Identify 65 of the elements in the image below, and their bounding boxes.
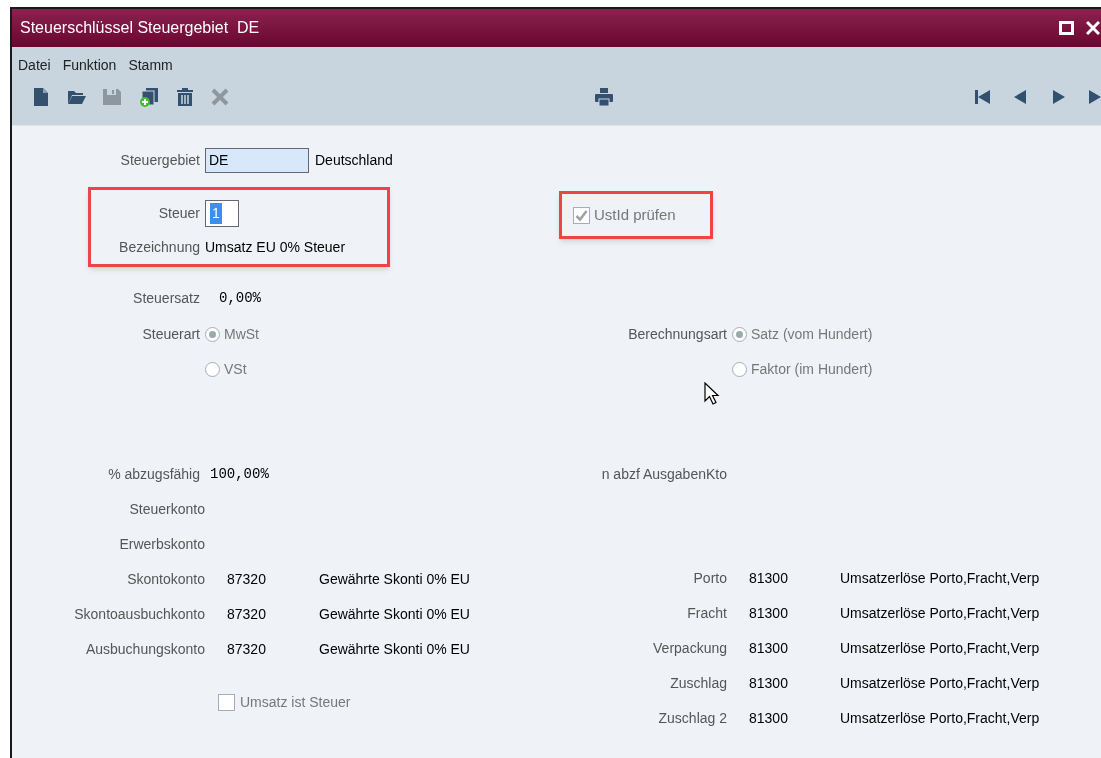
window-title: Steuerschlüssel Steuergebiet DE bbox=[20, 18, 260, 38]
radio-button[interactable] bbox=[732, 362, 747, 377]
close-icon[interactable] bbox=[1086, 21, 1100, 35]
account-description: Umsatzerlöse Porto,Fracht,Verp bbox=[840, 709, 1040, 728]
field-label: Fracht bbox=[686, 604, 728, 623]
field-value: Umsatz EU 0% Steuer bbox=[205, 237, 346, 257]
document-icon[interactable] bbox=[31, 87, 51, 107]
field-label: Verpackung bbox=[652, 639, 728, 658]
account-description: Umsatzerlöse Porto,Fracht,Verp bbox=[840, 569, 1040, 588]
field-label: % abzugsfähig bbox=[107, 465, 201, 484]
radio-label: VSt bbox=[224, 360, 247, 379]
trash-icon[interactable] bbox=[175, 87, 195, 107]
menu-item[interactable]: Stamm bbox=[128, 55, 173, 76]
account-number: 81300 bbox=[749, 569, 789, 588]
account-description: Gewährte Skonti 0% EU bbox=[319, 570, 470, 589]
radio-label: Faktor (im Hundert) bbox=[751, 360, 873, 379]
account-description: Umsatzerlöse Porto,Fracht,Verp bbox=[840, 639, 1040, 658]
skip-back-icon[interactable] bbox=[973, 87, 993, 107]
menu-item[interactable]: Datei bbox=[18, 55, 51, 76]
field-label: Steuersatz bbox=[132, 288, 201, 308]
field-label: Steuerart bbox=[141, 325, 201, 344]
field-value: 1 bbox=[210, 202, 222, 224]
account-number: 81300 bbox=[749, 709, 789, 728]
account-number: 81300 bbox=[749, 639, 789, 658]
field-label: Steuer bbox=[157, 203, 201, 223]
skip-forward-icon[interactable] bbox=[1086, 87, 1101, 107]
account-description: Gewährte Skonti 0% EU bbox=[319, 640, 470, 659]
copy-plus-icon[interactable] bbox=[139, 87, 159, 107]
field-value: 0,00% bbox=[219, 288, 261, 308]
radio-label: Satz (vom Hundert) bbox=[751, 325, 873, 344]
field-label: Erwerbskonto bbox=[118, 535, 206, 554]
account-number: 81300 bbox=[749, 604, 789, 623]
mouse-cursor-icon bbox=[704, 382, 720, 406]
account-number: 87320 bbox=[227, 570, 267, 589]
radio-button[interactable] bbox=[205, 327, 220, 342]
account-description: Gewährte Skonti 0% EU bbox=[319, 605, 470, 624]
radio-button[interactable] bbox=[205, 362, 220, 377]
field-label: Ausbuchungskonto bbox=[84, 640, 206, 659]
account-number: 81300 bbox=[749, 674, 789, 693]
field-label: n abzf AusgabenKto bbox=[600, 465, 728, 484]
checkbox-label: Umsatz ist Steuer bbox=[240, 693, 351, 712]
account-number: 87320 bbox=[227, 605, 267, 624]
field-label: Zuschlag bbox=[669, 674, 728, 693]
field-label: Bezeichnung bbox=[118, 237, 201, 257]
field-label: Steuergebiet bbox=[119, 150, 201, 170]
field-label: Porto bbox=[692, 569, 728, 588]
checkbox[interactable] bbox=[218, 694, 235, 711]
field-label: Steuerkonto bbox=[128, 500, 206, 519]
printer-icon[interactable] bbox=[594, 87, 614, 107]
menu-item[interactable]: Funktion bbox=[62, 55, 117, 76]
account-description: Umsatzerlöse Porto,Fracht,Verp bbox=[840, 604, 1040, 623]
checkbox[interactable] bbox=[573, 206, 590, 224]
field-label: Skontoausbuchkonto bbox=[73, 605, 206, 624]
field-label: Skontokonto bbox=[126, 570, 206, 589]
field-value: 100,00% bbox=[210, 465, 269, 484]
checkbox-label: UstId prüfen bbox=[594, 204, 676, 225]
input-field[interactable]: DE bbox=[205, 147, 309, 173]
field-value: Deutschland bbox=[315, 150, 393, 170]
radio-button[interactable] bbox=[732, 327, 747, 342]
radio-label: MwSt bbox=[224, 325, 259, 344]
field-label: Berechnungsart bbox=[627, 325, 728, 344]
field-label: Zuschlag 2 bbox=[657, 709, 728, 728]
maximize-icon[interactable] bbox=[1059, 21, 1074, 35]
account-number: 87320 bbox=[227, 640, 267, 659]
account-description: Umsatzerlöse Porto,Fracht,Verp bbox=[840, 674, 1040, 693]
